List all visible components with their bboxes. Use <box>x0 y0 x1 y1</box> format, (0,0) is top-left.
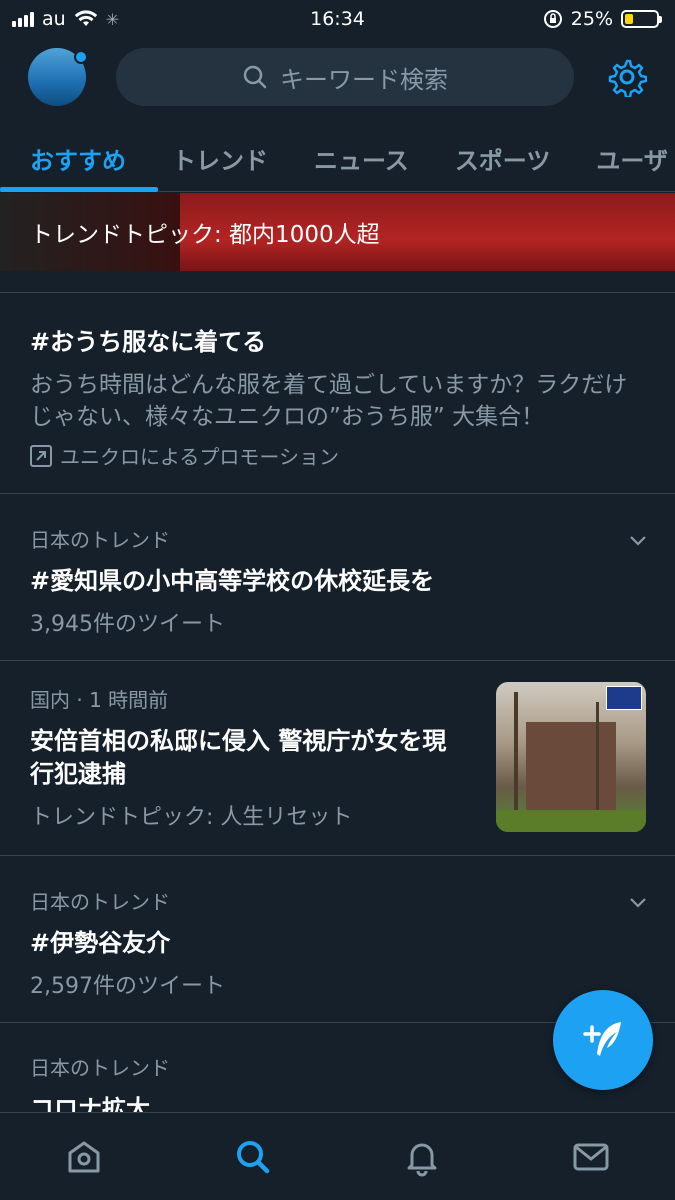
news-thumbnail[interactable] <box>496 682 646 832</box>
section-spacer <box>0 271 675 293</box>
thumb-caption-tag <box>606 686 642 710</box>
bell-icon <box>407 1143 437 1176</box>
battery-percent: 25% <box>570 8 613 30</box>
news-item[interactable]: 国内 · 1 時間前 安倍首相の私邸に侵入 警視庁が女を現行犯逮捕 トレンドトピ… <box>30 684 470 831</box>
search-icon <box>243 65 267 89</box>
rotation-lock-icon <box>543 10 562 28</box>
chevron-down-icon[interactable] <box>626 528 650 552</box>
top-header: キーワード検索 <box>0 38 675 116</box>
thumb-building <box>526 722 616 812</box>
hero-caption: トレンドトピック: 都内1000人超 <box>30 222 380 248</box>
tab-trends[interactable]: トレンド <box>172 141 268 176</box>
search-input[interactable]: キーワード検索 <box>116 48 574 106</box>
status-bar: au ✳ 16:34 25% <box>0 0 675 38</box>
compose-feather-icon <box>583 1022 621 1056</box>
trend-count: 2,597件のツイート <box>30 974 225 999</box>
tab-recommended[interactable]: おすすめ <box>30 141 126 176</box>
trend-title: #伊勢谷友介 <box>30 929 171 957</box>
news-context: 国内 · 1 時間前 <box>30 688 169 712</box>
promoted-icon <box>30 444 52 467</box>
active-tab-indicator <box>0 187 158 192</box>
gear-icon[interactable] <box>607 57 647 97</box>
trend-count: 3,945件のツイート <box>30 612 225 637</box>
status-time: 16:34 <box>310 8 365 30</box>
promo-title: #おうち服なに着てる <box>30 328 267 356</box>
search-icon <box>237 1140 270 1173</box>
promo-description: おうち時間はどんな服を着て過ごしていますか？ラクだけじゃない、様々なユニクロの”… <box>30 372 628 430</box>
signal-icon <box>12 11 34 27</box>
promoted-by: ユニクロによるプロモーション <box>30 441 650 470</box>
trend-title: コロナ拡大 <box>30 1095 150 1112</box>
compose-tweet-button[interactable] <box>553 990 653 1090</box>
battery-icon <box>621 10 662 28</box>
search-placeholder: キーワード検索 <box>280 65 448 94</box>
carrier-label: au <box>42 8 66 30</box>
avatar[interactable] <box>28 48 88 106</box>
promoted-by-label: ユニクロによるプロモーション <box>60 445 339 469</box>
divider <box>0 660 675 661</box>
nav-home[interactable] <box>54 1127 114 1187</box>
home-icon <box>68 1141 100 1172</box>
thumb-grass <box>496 810 646 832</box>
trend-context: 日本のトレンド <box>30 890 170 914</box>
bottom-navigation <box>0 1112 675 1200</box>
trend-context: 日本のトレンド <box>30 528 170 552</box>
wifi-icon <box>74 10 97 26</box>
explore-tabs: おすすめ トレンド ニュース スポーツ ユーザ <box>0 126 675 192</box>
thumb-tree <box>596 702 599 812</box>
nav-notifications[interactable] <box>392 1127 452 1187</box>
mail-icon <box>573 1143 609 1170</box>
trend-item[interactable]: 日本のトレンド #伊勢谷友介 2,597件のツイート <box>30 886 650 1000</box>
tab-news[interactable]: ニュース <box>314 141 409 176</box>
tab-sports[interactable]: スポーツ <box>455 141 551 176</box>
trend-title: #愛知県の小中高等学校の休校延長を <box>30 567 435 595</box>
news-title: 安倍首相の私邸に侵入 警視庁が女を現行犯逮捕 <box>30 727 447 788</box>
divider <box>0 493 675 494</box>
divider <box>0 855 675 856</box>
tab-users[interactable]: ユーザ <box>596 141 668 176</box>
loading-icon: ✳ <box>105 9 120 29</box>
promoted-trend[interactable]: #おうち服なに着てる おうち時間はどんな服を着て過ごしていますか？ラクだけじゃな… <box>30 322 650 470</box>
status-right: 25% <box>543 8 662 30</box>
thumb-tree <box>514 692 518 812</box>
hero-banner[interactable]: トレンドトピック: 都内1000人超 <box>0 193 675 271</box>
nav-messages[interactable] <box>561 1127 621 1187</box>
nav-search[interactable] <box>223 1127 283 1187</box>
notification-dot <box>74 50 88 64</box>
chevron-down-icon[interactable] <box>626 890 650 914</box>
news-topic: トレンドトピック: 人生リセット <box>30 805 353 830</box>
battery-level <box>625 14 633 24</box>
status-left: au ✳ <box>12 8 119 30</box>
trend-item[interactable]: 日本のトレンド #愛知県の小中高等学校の休校延長を 3,945件のツイート <box>30 524 650 638</box>
